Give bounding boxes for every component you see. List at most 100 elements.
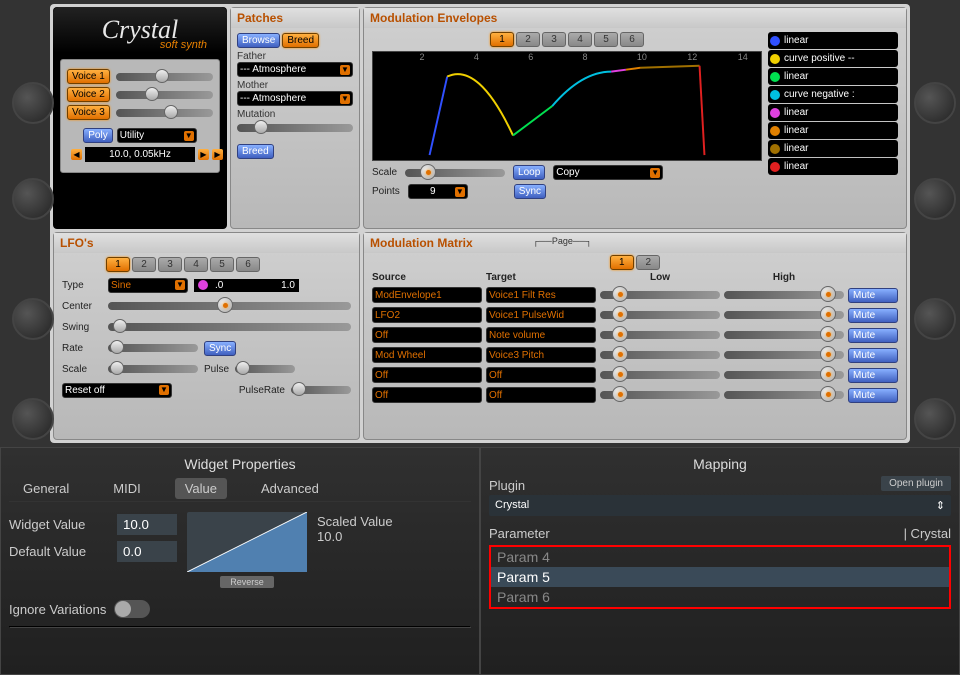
reverse-button[interactable]: Reverse (220, 576, 274, 588)
low-slider[interactable] (600, 351, 720, 359)
curve-row[interactable]: linear▼ (768, 158, 898, 175)
mute-button[interactable]: Mute (848, 308, 898, 323)
voice-3-slider[interactable] (116, 109, 213, 117)
scale-slider[interactable] (405, 169, 505, 177)
copy-dropdown[interactable]: Copy▼ (553, 165, 663, 180)
tab-advanced[interactable]: Advanced (251, 478, 329, 499)
voice-1-button[interactable]: Voice 1 (67, 69, 110, 84)
open-plugin-button[interactable]: Open plugin (881, 476, 951, 491)
target-dropdown[interactable]: Off▼ (486, 367, 596, 383)
lfo-tab-1[interactable]: 1 (106, 257, 130, 272)
low-slider[interactable] (600, 371, 720, 379)
source-dropdown[interactable]: Off▼ (372, 367, 482, 383)
ignore-variations-toggle[interactable] (114, 600, 150, 618)
center-slider[interactable] (108, 302, 351, 310)
modenv-tab-5[interactable]: 5 (594, 32, 618, 47)
mute-button[interactable]: Mute (848, 328, 898, 343)
modenv-tab-3[interactable]: 3 (542, 32, 566, 47)
pulse-slider[interactable] (235, 365, 295, 373)
father-dropdown[interactable]: --- Atmosphere▼ (237, 62, 353, 77)
matrix-page-2[interactable]: 2 (636, 255, 660, 270)
loop-button[interactable]: Loop (513, 165, 545, 180)
widget-value-input[interactable] (117, 514, 177, 535)
curve-row[interactable]: linear▼ (768, 140, 898, 157)
low-slider[interactable] (600, 331, 720, 339)
arrow-left-icon[interactable]: ◀ (71, 149, 82, 160)
lfo-tab-5[interactable]: 5 (210, 257, 234, 272)
breed-tab[interactable]: Breed (282, 33, 319, 48)
modenv-tab-4[interactable]: 4 (568, 32, 592, 47)
curve-display[interactable] (187, 512, 307, 572)
param-item[interactable]: Param 4 (491, 547, 949, 567)
param-item[interactable]: Param 5 (491, 567, 949, 587)
low-slider[interactable] (600, 391, 720, 399)
low-slider[interactable] (600, 291, 720, 299)
curve-row[interactable]: linear▼ (768, 104, 898, 121)
high-slider[interactable] (724, 391, 844, 399)
points-dropdown[interactable]: 9▼ (408, 184, 468, 199)
voice-1-slider[interactable] (116, 73, 213, 81)
mute-button[interactable]: Mute (848, 368, 898, 383)
high-slider[interactable] (724, 291, 844, 299)
lfo-tab-4[interactable]: 4 (184, 257, 208, 272)
mute-button[interactable]: Mute (848, 348, 898, 363)
mute-button[interactable]: Mute (848, 288, 898, 303)
source-dropdown[interactable]: ModEnvelope1▼ (372, 287, 482, 303)
curve-row[interactable]: linear▼ (768, 122, 898, 139)
default-value-input[interactable] (117, 541, 177, 562)
sync-button[interactable]: Sync (514, 184, 546, 199)
lfo-tab-2[interactable]: 2 (132, 257, 156, 272)
voice-2-button[interactable]: Voice 2 (67, 87, 110, 102)
browse-button[interactable]: Browse (237, 33, 280, 48)
rate-slider[interactable] (108, 344, 198, 352)
source-dropdown[interactable]: LFO2▼ (372, 307, 482, 323)
modenv-tab-6[interactable]: 6 (620, 32, 644, 47)
tab-midi[interactable]: MIDI (103, 478, 150, 499)
param-item[interactable]: Param 6 (491, 587, 949, 607)
mutation-slider[interactable] (237, 124, 353, 132)
arrow-right-icon[interactable]: ▶ (198, 149, 209, 160)
high-slider[interactable] (724, 311, 844, 319)
arrow-right-icon[interactable]: ▶ (212, 149, 223, 160)
parameter-list[interactable]: Param 4Param 5Param 6 (489, 545, 951, 609)
source-dropdown[interactable]: Off▼ (372, 387, 482, 403)
modenv-tab-2[interactable]: 2 (516, 32, 540, 47)
poly-button[interactable]: Poly (83, 128, 112, 143)
modenv-tab-1[interactable]: 1 (490, 32, 514, 47)
tab-general[interactable]: General (13, 478, 79, 499)
low-slider[interactable] (600, 311, 720, 319)
voice-3-button[interactable]: Voice 3 (67, 105, 110, 120)
target-dropdown[interactable]: Voice3 Pitch▼ (486, 347, 596, 363)
source-dropdown[interactable]: Mod Wheel▼ (372, 347, 482, 363)
target-dropdown[interactable]: Voice1 Filt Res▼ (486, 287, 596, 303)
target-dropdown[interactable]: Note volume▼ (486, 327, 596, 343)
voice-2-slider[interactable] (116, 91, 213, 99)
utility-dropdown[interactable]: Utility▼ (117, 128, 197, 143)
envelope-graph[interactable]: 2 4 6 8 10 12 14 (372, 51, 762, 161)
reset-dropdown[interactable]: Reset off▼ (62, 383, 172, 398)
curve-row[interactable]: curve negative :▼ (768, 86, 898, 103)
high-slider[interactable] (724, 371, 844, 379)
lfo-tab-3[interactable]: 3 (158, 257, 182, 272)
swing-slider[interactable] (108, 323, 351, 331)
pulserate-slider[interactable] (291, 386, 351, 394)
high-slider[interactable] (724, 331, 844, 339)
curve-row[interactable]: linear▼ (768, 32, 898, 49)
target-dropdown[interactable]: Voice1 PulseWid▼ (486, 307, 596, 323)
type-dropdown[interactable]: Sine▼ (108, 278, 188, 293)
curve-row[interactable]: linear▼ (768, 68, 898, 85)
mother-dropdown[interactable]: --- Atmosphere▼ (237, 91, 353, 106)
lfo-sync-button[interactable]: Sync (204, 341, 236, 356)
tab-value[interactable]: Value (175, 478, 227, 499)
breed-button[interactable]: Breed (237, 144, 274, 159)
plugin-dropdown[interactable]: Crystal ⇕ (489, 495, 951, 516)
lfo-tab-6[interactable]: 6 (236, 257, 260, 272)
mute-button[interactable]: Mute (848, 388, 898, 403)
source-dropdown[interactable]: Off▼ (372, 327, 482, 343)
curve-row[interactable]: curve positive --▼ (768, 50, 898, 67)
readout-display: ◀ 10.0, 0.05kHz ▶ ▶ (85, 147, 195, 162)
high-slider[interactable] (724, 351, 844, 359)
lfo-scale-slider[interactable] (108, 365, 198, 373)
matrix-page-1[interactable]: 1 (610, 255, 634, 270)
target-dropdown[interactable]: Off▼ (486, 387, 596, 403)
